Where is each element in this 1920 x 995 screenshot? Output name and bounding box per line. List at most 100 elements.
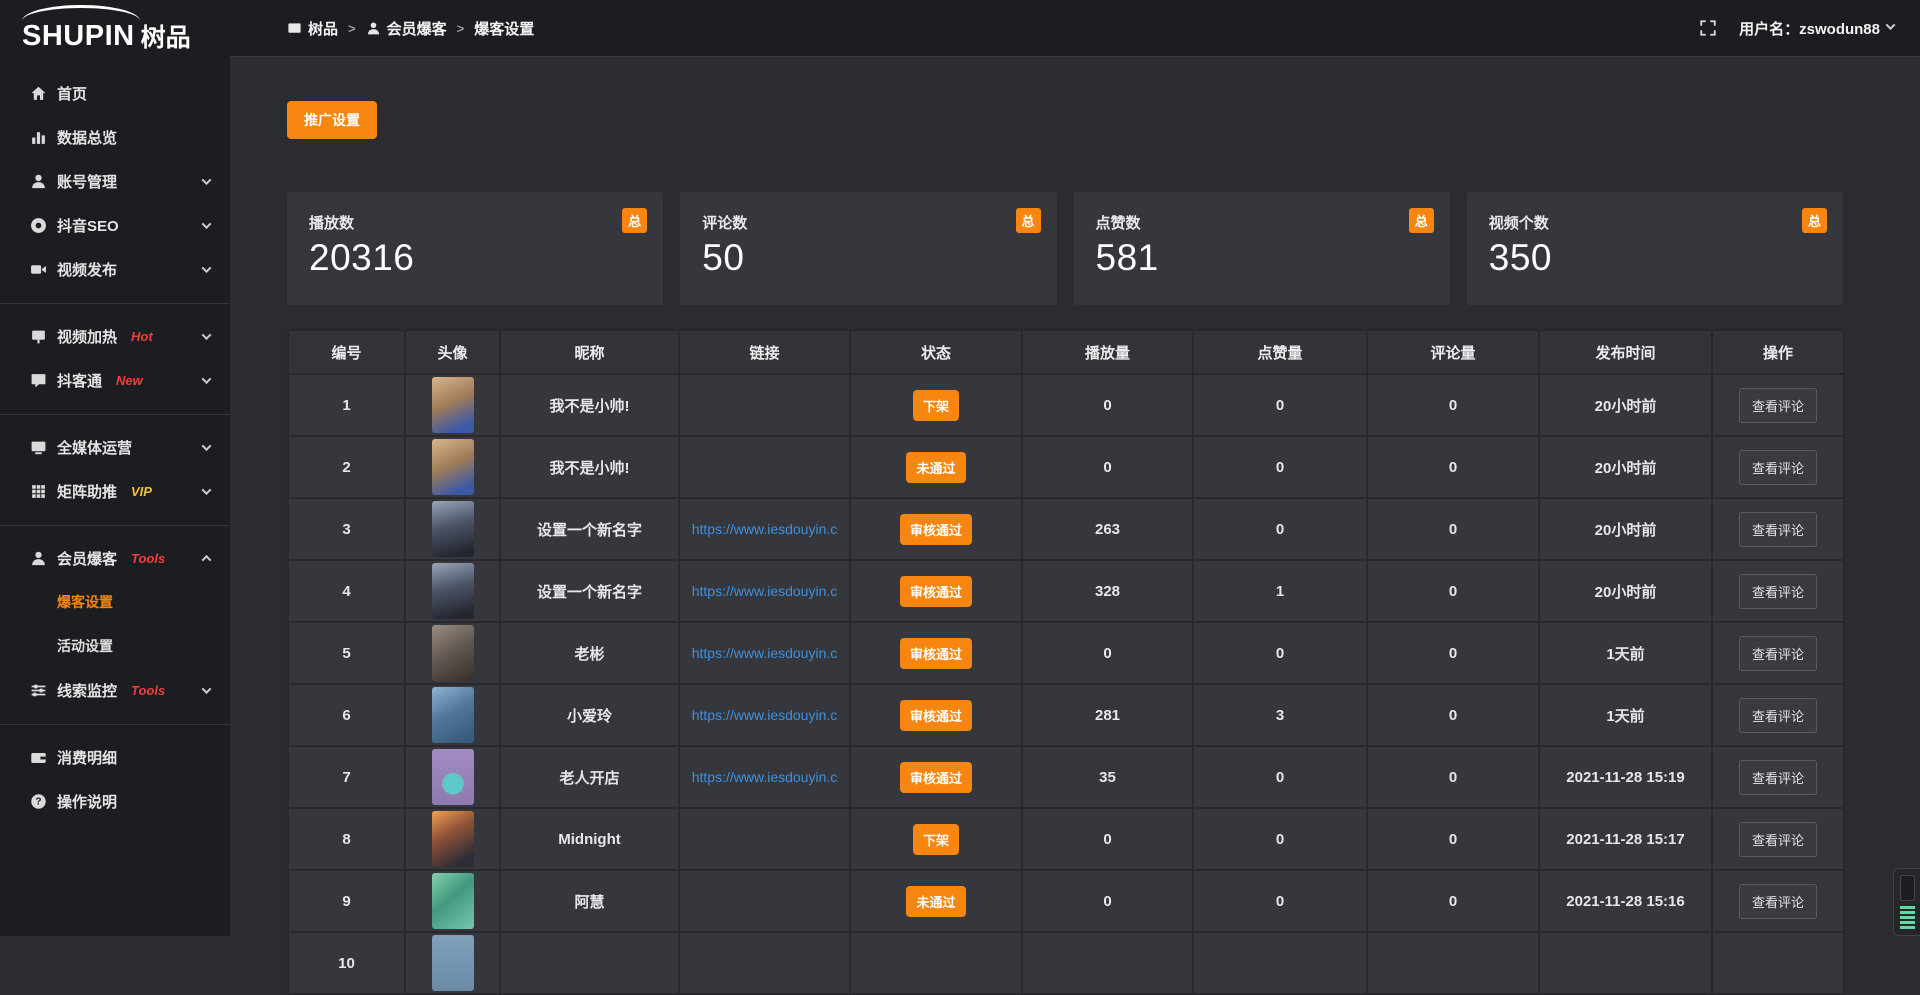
breadcrumb-item[interactable]: 爆客设置 [474,18,534,39]
cell-nickname: 设置一个新名字 [500,560,679,622]
cell-id: 7 [288,746,405,808]
sidebar-item-线索监控[interactable]: 线索监控Tools [0,668,230,712]
cell-likes: 1 [1193,560,1367,622]
sidebar-item-label: 首页 [57,83,87,104]
cell-plays: 0 [1022,622,1193,684]
cell-avatar [405,622,500,684]
sidebar-item-账号管理[interactable]: 账号管理 [0,159,230,203]
cell-link: https://www.iesdouyin.c [679,622,850,684]
view-comments-button[interactable]: 查看评论 [1739,512,1817,547]
breadcrumb-separator: > [348,21,356,36]
cell-nickname: 设置一个新名字 [500,498,679,560]
cell-id: 8 [288,808,405,870]
grid-icon [30,483,47,500]
sidebar-item-操作说明[interactable]: ?操作说明 [0,779,230,823]
table-header-row: 编号头像昵称链接状态播放量点赞量评论量发布时间操作 [288,330,1844,374]
sidebar-item-抖音SEO[interactable]: 抖音SEO [0,203,230,247]
cell-comments: 0 [1367,436,1539,498]
sidebar-item-会员爆客[interactable]: 会员爆客Tools [0,536,230,580]
wallet-icon [30,749,47,766]
sidebar-item-矩阵助推[interactable]: 矩阵助推VIP [0,469,230,513]
status-badge: 审核通过 [900,514,972,545]
cell-id: 9 [288,870,405,932]
stats-row: 播放数20316总评论数50总点赞数581总视频个数350总 [287,192,1843,305]
fullscreen-icon[interactable] [1699,19,1717,37]
cell-plays: 35 [1022,746,1193,808]
cell-actions: 查看评论 [1712,870,1844,932]
sidebar-item-label: 全媒体运营 [57,437,132,458]
column-header-昵称: 昵称 [500,330,679,374]
cell-status: 审核通过 [850,498,1022,560]
column-header-头像: 头像 [405,330,500,374]
sidebar-item-全媒体运营[interactable]: 全媒体运营 [0,425,230,469]
view-comments-button[interactable]: 查看评论 [1739,822,1817,857]
cell-plays: 0 [1022,808,1193,870]
cell-actions: 查看评论 [1712,436,1844,498]
sidebar-group: 首页数据总览账号管理抖音SEO 视频发布 [0,67,230,295]
cell-likes: 0 [1193,622,1367,684]
breadcrumb-item[interactable]: 会员爆客 [366,18,447,39]
view-comments-button[interactable]: 查看评论 [1739,636,1817,671]
view-comments-button[interactable]: 查看评论 [1739,450,1817,485]
sidebar-subitem-爆客设置[interactable]: 爆客设置 [0,580,230,624]
cell-actions: 查看评论 [1712,808,1844,870]
topbar: 树品>会员爆客>爆客设置 用户名：zswodun88 [230,0,1920,57]
stat-card-total-badge: 总 [1802,208,1827,233]
status-badge: 审核通过 [900,638,972,669]
sidebar-item-badge: Tools [131,551,165,566]
video-link[interactable]: https://www.iesdouyin.c [692,707,838,723]
avatar [432,625,474,681]
avatar [432,935,474,991]
floating-side-widget[interactable] [1893,868,1920,936]
view-comments-button[interactable]: 查看评论 [1739,760,1817,795]
sidebar-item-label: 抖音SEO [57,215,119,236]
cell-likes: 0 [1193,746,1367,808]
chevron-down-icon [202,330,212,340]
cell-link [679,436,850,498]
sidebar-subitem-label: 活动设置 [57,636,113,656]
cell-link: https://www.iesdouyin.c [679,560,850,622]
sidebar-item-视频发布[interactable]: 视频发布 [0,247,230,291]
cell-likes: 0 [1193,374,1367,436]
sidebar-item-badge: VIP [131,484,152,499]
status-badge: 未通过 [906,452,965,483]
sidebar-item-视频加热[interactable]: 视频加热Hot [0,314,230,358]
video-link[interactable]: https://www.iesdouyin.c [692,645,838,661]
svg-text:?: ? [35,796,41,807]
sidebar-item-数据总览[interactable]: 数据总览 [0,115,230,159]
view-comments-button[interactable]: 查看评论 [1739,884,1817,919]
help-icon: ? [30,793,47,810]
cell-publish-time: 2021-11-28 15:16 [1539,870,1712,932]
cell-plays: 0 [1022,374,1193,436]
column-header-播放量: 播放量 [1022,330,1193,374]
avatar [432,501,474,557]
video-link[interactable]: https://www.iesdouyin.c [692,521,838,537]
cell-actions: 查看评论 [1712,622,1844,684]
sidebar-group: 全媒体运营矩阵助推VIP [0,414,230,517]
breadcrumb-item[interactable]: 树品 [287,18,338,39]
sidebar: SHUPIN 树品 首页数据总览账号管理抖音SEO视频发布视频加热Hot抖客通N… [0,0,230,936]
sidebar-subitem-活动设置[interactable]: 活动设置 [0,624,230,668]
chart-icon [30,129,47,146]
view-comments-button[interactable]: 查看评论 [1739,388,1817,423]
video-link[interactable]: https://www.iesdouyin.c [692,583,838,599]
cell-publish-time [1539,932,1712,994]
user-menu[interactable]: 用户名：zswodun88 [1739,18,1894,39]
video-link[interactable]: https://www.iesdouyin.c [692,769,838,785]
stat-card-label: 播放数 [309,212,643,233]
promo-settings-button[interactable]: 推广设置 [287,101,377,139]
sidebar-item-首页[interactable]: 首页 [0,71,230,115]
status-badge: 审核通过 [900,762,972,793]
cell-comments: 0 [1367,560,1539,622]
view-comments-button[interactable]: 查看评论 [1739,574,1817,609]
cell-id: 10 [288,932,405,994]
sidebar-item-抖客通[interactable]: 抖客通New [0,358,230,402]
cell-comments: 0 [1367,374,1539,436]
monitor-icon [30,439,47,456]
table-row: 2我不是小帅!未通过00020小时前查看评论 [288,436,1844,498]
cell-avatar [405,746,500,808]
breadcrumb-label: 会员爆客 [387,18,447,39]
view-comments-button[interactable]: 查看评论 [1739,698,1817,733]
sidebar-subitem-label: 爆客设置 [57,592,113,612]
sidebar-item-消费明细[interactable]: 消费明细 [0,735,230,779]
